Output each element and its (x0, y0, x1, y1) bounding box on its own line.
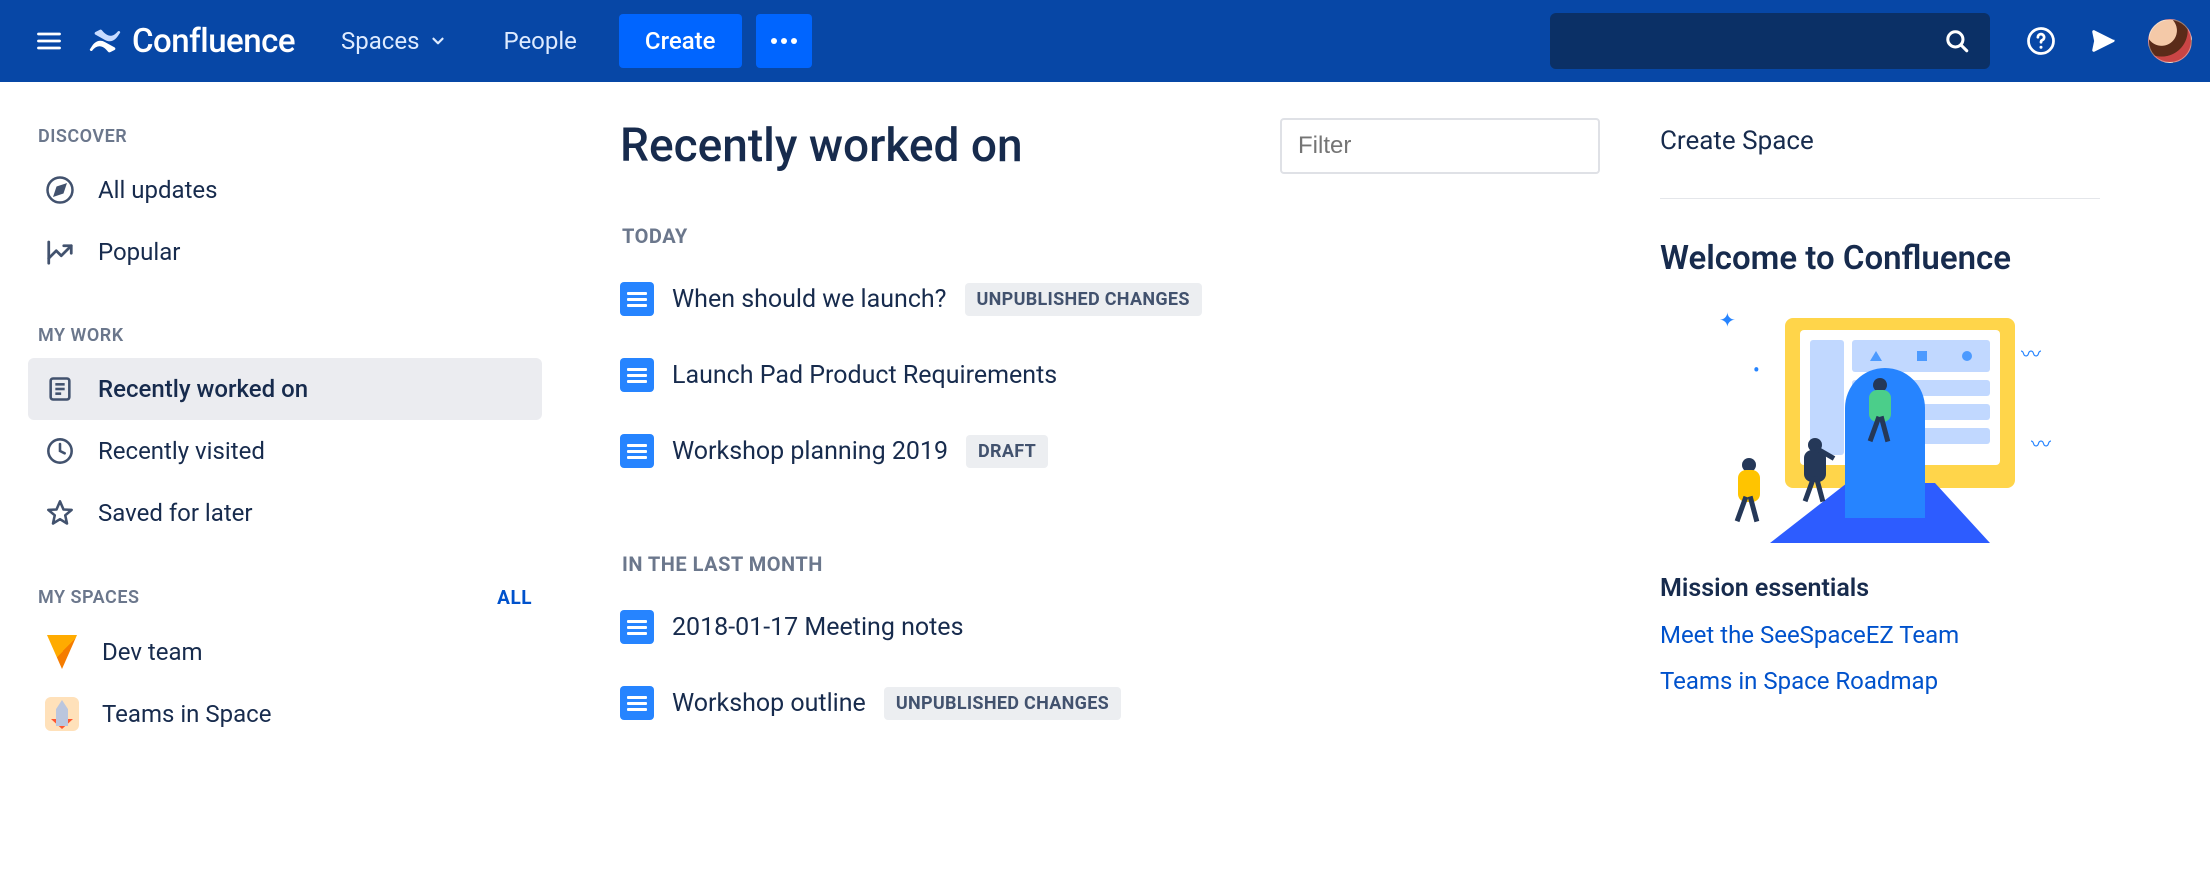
sidebar-myspaces-label: MY SPACES (38, 587, 139, 608)
chart-line-icon (44, 236, 76, 268)
sidebar-item-label: Recently worked on (98, 375, 308, 403)
create-more-button[interactable] (756, 14, 812, 68)
nav-spaces[interactable]: Spaces (317, 14, 471, 68)
essential-link[interactable]: Meet the SeeSpaceEZ Team (1660, 621, 2100, 649)
create-button-label: Create (645, 27, 716, 55)
space-avatar-rocket-icon (44, 696, 80, 732)
draft-badge: DRAFT (966, 435, 1048, 468)
sidebar-space-dev-team[interactable]: Dev team (28, 621, 542, 683)
page-icon (620, 610, 654, 644)
sidebar-myspaces-heading: MY SPACES ALL (38, 586, 532, 609)
notifications-button[interactable] (2076, 14, 2130, 68)
welcome-title: Welcome to Confluence (1660, 239, 2100, 278)
help-button[interactable] (2014, 14, 2068, 68)
document-row: When should we launch? UNPUBLISHED CHANGE… (620, 270, 1600, 328)
confluence-icon (88, 24, 122, 58)
section-label-today: TODAY (622, 224, 1600, 248)
help-icon (2026, 26, 2056, 56)
page-title: Recently worked on (620, 119, 1023, 173)
document-row: Workshop outline UNPUBLISHED CHANGES (620, 674, 1600, 732)
document-title-link[interactable]: 2018-01-17 Meeting notes (672, 613, 963, 642)
sidebar-item-recently-worked-on[interactable]: Recently worked on (28, 358, 542, 420)
document-title-link[interactable]: Launch Pad Product Requirements (672, 361, 1057, 390)
sidebar-item-label: Dev team (102, 638, 203, 666)
main-content: Recently worked on TODAY When should we … (620, 118, 1600, 870)
search-icon (1944, 28, 1970, 54)
right-panel: Create Space Welcome to Confluence ✦ 〰 〰… (1660, 118, 2100, 870)
page-icon (620, 686, 654, 720)
sidebar-space-teams-in-space[interactable]: Teams in Space (28, 683, 542, 745)
notification-icon (2088, 26, 2118, 56)
user-avatar[interactable] (2148, 19, 2192, 63)
essential-link[interactable]: Teams in Space Roadmap (1660, 667, 2100, 695)
search-input[interactable] (1550, 13, 1990, 69)
sidebar-discover-heading: DISCOVER (38, 126, 532, 147)
star-icon (44, 497, 76, 529)
compass-icon (44, 174, 76, 206)
sidebar-item-recently-visited[interactable]: Recently visited (28, 420, 542, 482)
sidebar-item-label: Popular (98, 238, 180, 266)
essentials-title: Mission essentials (1660, 574, 2100, 603)
nav-people[interactable]: People (479, 14, 600, 68)
sidebar-item-label: Teams in Space (102, 700, 271, 728)
document-title-link[interactable]: When should we launch? (672, 285, 947, 314)
sidebar-mywork-heading: MY WORK (38, 325, 532, 346)
product-name: Confluence (132, 22, 295, 61)
welcome-illustration: ✦ 〰 〰 • (1715, 308, 2045, 548)
nav-spaces-label: Spaces (341, 27, 419, 55)
document-row: Workshop planning 2019 DRAFT (620, 422, 1600, 480)
create-button[interactable]: Create (619, 14, 742, 68)
chevron-down-icon (429, 32, 447, 50)
sidebar: DISCOVER All updates Popular MY WORK Rec… (0, 82, 560, 870)
nav-people-label: People (503, 27, 576, 55)
sidebar-item-saved-for-later[interactable]: Saved for later (28, 482, 542, 544)
page-icon (620, 434, 654, 468)
document-title-link[interactable]: Workshop planning 2019 (672, 437, 948, 466)
page-icon (620, 358, 654, 392)
page-icon (620, 282, 654, 316)
product-logo[interactable]: Confluence (84, 22, 309, 61)
divider (1660, 198, 2100, 199)
menu-icon (35, 27, 63, 55)
document-row: 2018-01-17 Meeting notes (620, 598, 1600, 656)
document-icon (44, 373, 76, 405)
sidebar-item-popular[interactable]: Popular (28, 221, 542, 283)
sidebar-item-label: All updates (98, 176, 218, 204)
section-label-last-month: IN THE LAST MONTH (622, 552, 1600, 576)
unpublished-badge: UNPUBLISHED CHANGES (884, 687, 1121, 720)
sidebar-myspaces-all-link[interactable]: ALL (497, 586, 532, 609)
create-space-link[interactable]: Create Space (1660, 126, 2100, 198)
sidebar-item-all-updates[interactable]: All updates (28, 159, 542, 221)
space-avatar-pizza-icon (44, 634, 80, 670)
sidebar-item-label: Recently visited (98, 437, 265, 465)
document-title-link[interactable]: Workshop outline (672, 689, 866, 718)
ellipsis-icon (770, 37, 798, 45)
app-switcher-button[interactable] (22, 14, 76, 68)
clock-icon (44, 435, 76, 467)
global-header: Confluence Spaces People Create (0, 0, 2210, 82)
header-right-icons (2014, 14, 2192, 68)
unpublished-badge: UNPUBLISHED CHANGES (965, 283, 1202, 316)
filter-input[interactable] (1280, 118, 1600, 174)
document-row: Launch Pad Product Requirements (620, 346, 1600, 404)
sidebar-item-label: Saved for later (98, 499, 253, 527)
